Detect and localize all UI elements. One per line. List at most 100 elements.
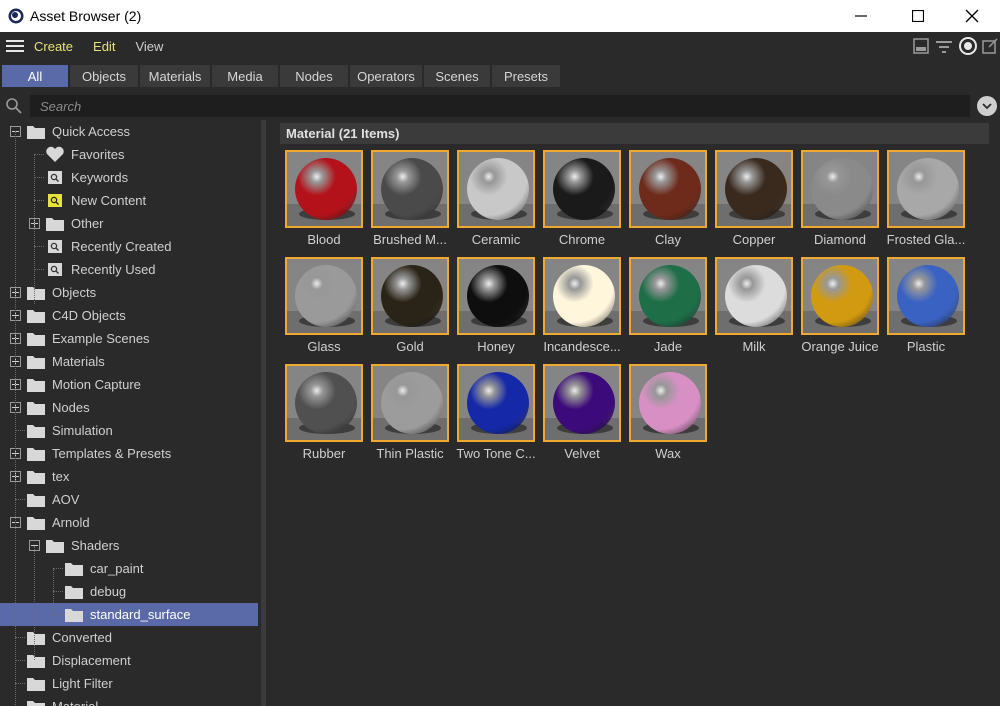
asset-tile[interactable]: Copper	[711, 150, 793, 254]
asset-tile[interactable]: Plastic	[883, 257, 965, 361]
material-thumbnail[interactable]	[715, 150, 793, 228]
tree-item[interactable]: New Content	[0, 189, 258, 212]
asset-tile[interactable]: Chrome	[539, 150, 621, 254]
material-thumbnail[interactable]	[285, 150, 363, 228]
tab-materials[interactable]: Materials	[140, 65, 210, 87]
material-thumbnail[interactable]	[629, 150, 707, 228]
asset-tile[interactable]: Rubber	[281, 364, 363, 468]
tab-operators[interactable]: Operators	[350, 65, 422, 87]
tree-item[interactable]: Shaders	[0, 534, 258, 557]
tree-item[interactable]: Simulation	[0, 419, 258, 442]
tree-item-label: Favorites	[71, 147, 125, 162]
tree-item[interactable]: Templates & Presets	[0, 442, 258, 465]
tree-item[interactable]: Other	[0, 212, 258, 235]
material-thumbnail[interactable]	[715, 257, 793, 335]
asset-tile[interactable]: Jade	[625, 257, 707, 361]
asset-tile[interactable]: Brushed M...	[367, 150, 449, 254]
tree-item[interactable]: Arnold	[0, 511, 258, 534]
tree-item[interactable]: Recently Created	[0, 235, 258, 258]
asset-tile[interactable]: Two Tone C...	[453, 364, 536, 468]
material-thumbnail[interactable]	[543, 257, 621, 335]
tree-item[interactable]: Material	[0, 695, 258, 706]
asset-tile[interactable]: Honey	[453, 257, 535, 361]
material-thumbnail[interactable]	[543, 150, 621, 228]
tab-scenes[interactable]: Scenes	[424, 65, 490, 87]
title-bar: Asset Browser (2)	[0, 0, 1000, 32]
category-tabs: All Objects Materials Media Nodes Operat…	[0, 62, 1000, 90]
asset-tile[interactable]: Frosted Gla...	[883, 150, 965, 254]
asset-label: Velvet	[564, 446, 600, 461]
tab-presets[interactable]: Presets	[492, 65, 560, 87]
tree-item[interactable]: C4D Objects	[0, 304, 258, 327]
material-thumbnail[interactable]	[629, 364, 707, 442]
minimize-button[interactable]	[833, 0, 889, 32]
tree-item[interactable]: Nodes	[0, 396, 258, 419]
material-thumbnail[interactable]	[887, 257, 965, 335]
tree-item[interactable]: Quick Access	[0, 120, 258, 143]
tree-item-label: Other	[71, 216, 104, 231]
tab-nodes[interactable]: Nodes	[280, 65, 348, 87]
maximize-button[interactable]	[890, 0, 946, 32]
group-header[interactable]: Material (21 Items)	[280, 123, 989, 144]
asset-tile[interactable]: Milk	[711, 257, 793, 361]
tree-item[interactable]: Objects	[0, 281, 258, 304]
close-button[interactable]	[944, 0, 1000, 32]
folder-icon	[26, 698, 46, 706]
material-thumbnail[interactable]	[457, 150, 535, 228]
panel-layout-icon[interactable]	[912, 37, 930, 55]
asset-tile[interactable]: Wax	[625, 364, 707, 468]
tree-item[interactable]: Recently Used	[0, 258, 258, 281]
tree-item[interactable]: Displacement	[0, 649, 258, 672]
tree-item[interactable]: Keywords	[0, 166, 258, 189]
tree-item[interactable]: car_paint	[0, 557, 258, 580]
hamburger-menu-button[interactable]	[0, 32, 30, 60]
material-thumbnail[interactable]	[887, 150, 965, 228]
material-thumbnail[interactable]	[629, 257, 707, 335]
undock-icon[interactable]	[982, 37, 998, 55]
record-toggle-icon[interactable]	[958, 36, 978, 56]
material-thumbnail[interactable]	[285, 364, 363, 442]
tab-media[interactable]: Media	[212, 65, 278, 87]
asset-tile[interactable]: Thin Plastic	[367, 364, 449, 468]
asset-tile[interactable]: Incandesce...	[539, 257, 621, 361]
tab-objects[interactable]: Objects	[70, 65, 138, 87]
tab-all[interactable]: All	[2, 65, 68, 87]
asset-tile[interactable]: Glass	[281, 257, 363, 361]
folder-tree: Quick Access Favorites Keywords New Content…	[0, 120, 258, 706]
asset-tile[interactable]: Diamond	[797, 150, 879, 254]
search-options-button[interactable]	[977, 96, 997, 116]
material-thumbnail[interactable]	[457, 257, 535, 335]
material-thumbnail[interactable]	[457, 364, 535, 442]
material-thumbnail[interactable]	[543, 364, 621, 442]
asset-tile[interactable]: Ceramic	[453, 150, 535, 254]
panel-splitter[interactable]	[261, 120, 266, 706]
asset-tile[interactable]: Gold	[367, 257, 449, 361]
tree-item[interactable]: debug	[0, 580, 258, 603]
chevron-down-icon	[982, 103, 992, 110]
material-thumbnail[interactable]	[371, 150, 449, 228]
search-input[interactable]	[30, 95, 970, 117]
asset-tile[interactable]: Velvet	[539, 364, 621, 468]
tree-item[interactable]: Favorites	[0, 143, 258, 166]
material-thumbnail[interactable]	[285, 257, 363, 335]
tree-item[interactable]: tex	[0, 465, 258, 488]
tree-item[interactable]: Light Filter	[0, 672, 258, 695]
material-thumbnail[interactable]	[801, 257, 879, 335]
menu-edit[interactable]: Edit	[93, 39, 115, 54]
tree-item[interactable]: Motion Capture	[0, 373, 258, 396]
tree-item[interactable]: Converted	[0, 626, 258, 649]
tree-item[interactable]: Materials	[0, 350, 258, 373]
tree-item[interactable]: Example Scenes	[0, 327, 258, 350]
filter-icon[interactable]	[934, 37, 954, 55]
tree-item[interactable]: AOV	[0, 488, 258, 511]
material-thumbnail[interactable]	[801, 150, 879, 228]
menu-view[interactable]: View	[135, 39, 163, 54]
asset-tile[interactable]: Blood	[281, 150, 363, 254]
asset-tile[interactable]: Orange Juice	[797, 257, 879, 361]
asset-tile[interactable]: Clay	[625, 150, 707, 254]
search-folder-icon	[45, 238, 65, 255]
material-thumbnail[interactable]	[371, 257, 449, 335]
menu-create[interactable]: Create	[34, 39, 73, 54]
tree-item[interactable]: standard_surface	[0, 603, 258, 626]
material-thumbnail[interactable]	[371, 364, 449, 442]
